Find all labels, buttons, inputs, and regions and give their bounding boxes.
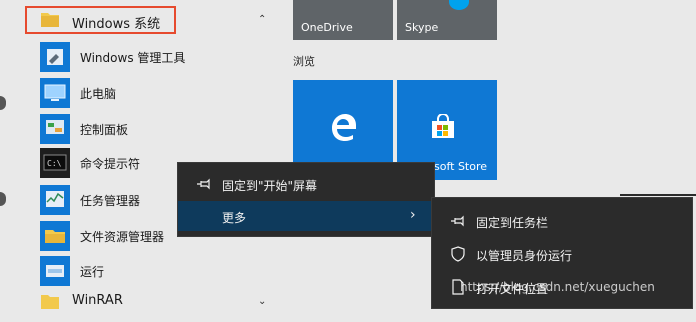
app-item-label: 运行	[80, 265, 105, 279]
app-item-label: 此电脑	[80, 87, 117, 101]
folder-windows-system[interactable]: Windows 系统 ⌃	[0, 2, 290, 36]
shield-icon	[451, 246, 465, 262]
this-pc-icon	[40, 78, 70, 108]
file-explorer-icon	[40, 221, 70, 251]
menu-item-run-as-admin[interactable]: 以管理员身份运行	[432, 239, 692, 269]
admin-tools-icon	[40, 42, 70, 72]
task-manager-icon	[40, 185, 70, 215]
app-item-label: 命令提示符	[80, 157, 141, 171]
context-menu: 固定到"开始"屏幕 更多 ›	[178, 163, 434, 236]
tile-group-label: 浏览	[293, 55, 315, 68]
app-item-label: 任务管理器	[80, 194, 141, 208]
menu-item-more[interactable]: 更多 ›	[178, 201, 434, 231]
edge-icon	[332, 114, 356, 141]
tile-label: Skype	[405, 21, 439, 34]
chevron-down-icon[interactable]: ⌄	[258, 296, 266, 307]
app-item-admin-tools[interactable]: Windows 管理工具	[0, 40, 290, 74]
window-border	[620, 194, 696, 196]
run-icon	[40, 256, 70, 286]
pin-icon	[451, 215, 464, 227]
tile-skype[interactable]: Skype	[397, 0, 497, 40]
menu-item-pin-to-taskbar[interactable]: 固定到任务栏	[432, 206, 692, 236]
tile-label: soft Store	[434, 160, 488, 173]
folder-label: WinRAR	[72, 293, 123, 308]
menu-item-label: 固定到任务栏	[476, 216, 549, 230]
chevron-right-icon: ›	[410, 207, 416, 223]
app-item-label: 文件资源管理器	[80, 230, 165, 244]
folder-label: Windows 系统	[72, 17, 161, 32]
folder-winrar[interactable]: WinRAR ⌄	[0, 288, 290, 322]
app-list: Windows 系统 ⌃ Windows 管理工具 此电脑 控制面板 C:\ 命…	[0, 0, 290, 309]
background-window	[692, 196, 696, 308]
command-prompt-icon: C:\	[40, 148, 70, 178]
app-item-label: Windows 管理工具	[80, 51, 186, 65]
app-item-control-panel[interactable]: 控制面板	[0, 112, 290, 146]
app-item-label: 控制面板	[80, 123, 129, 137]
tile-label: OneDrive	[301, 21, 353, 34]
watermark: https://blog.csdn.net/xueguchen	[460, 280, 655, 294]
folder-icon	[41, 295, 59, 309]
folder-icon	[41, 13, 59, 27]
tile-onedrive[interactable]: OneDrive	[293, 0, 393, 40]
menu-item-label: 以管理员身份运行	[476, 249, 573, 263]
svg-text:C:\: C:\	[47, 159, 62, 168]
store-icon	[432, 114, 454, 138]
app-item-run[interactable]: 运行	[0, 254, 290, 288]
menu-item-pin-to-start[interactable]: 固定到"开始"屏幕	[178, 169, 434, 199]
menu-item-label: 更多	[222, 211, 247, 225]
background-window	[620, 0, 696, 195]
control-panel-icon	[40, 114, 70, 144]
app-item-this-pc[interactable]: 此电脑	[0, 76, 290, 110]
chevron-up-icon[interactable]: ⌃	[258, 14, 266, 25]
menu-item-label: 固定到"开始"屏幕	[222, 179, 318, 193]
pin-icon	[197, 178, 210, 190]
skype-icon	[449, 0, 469, 10]
